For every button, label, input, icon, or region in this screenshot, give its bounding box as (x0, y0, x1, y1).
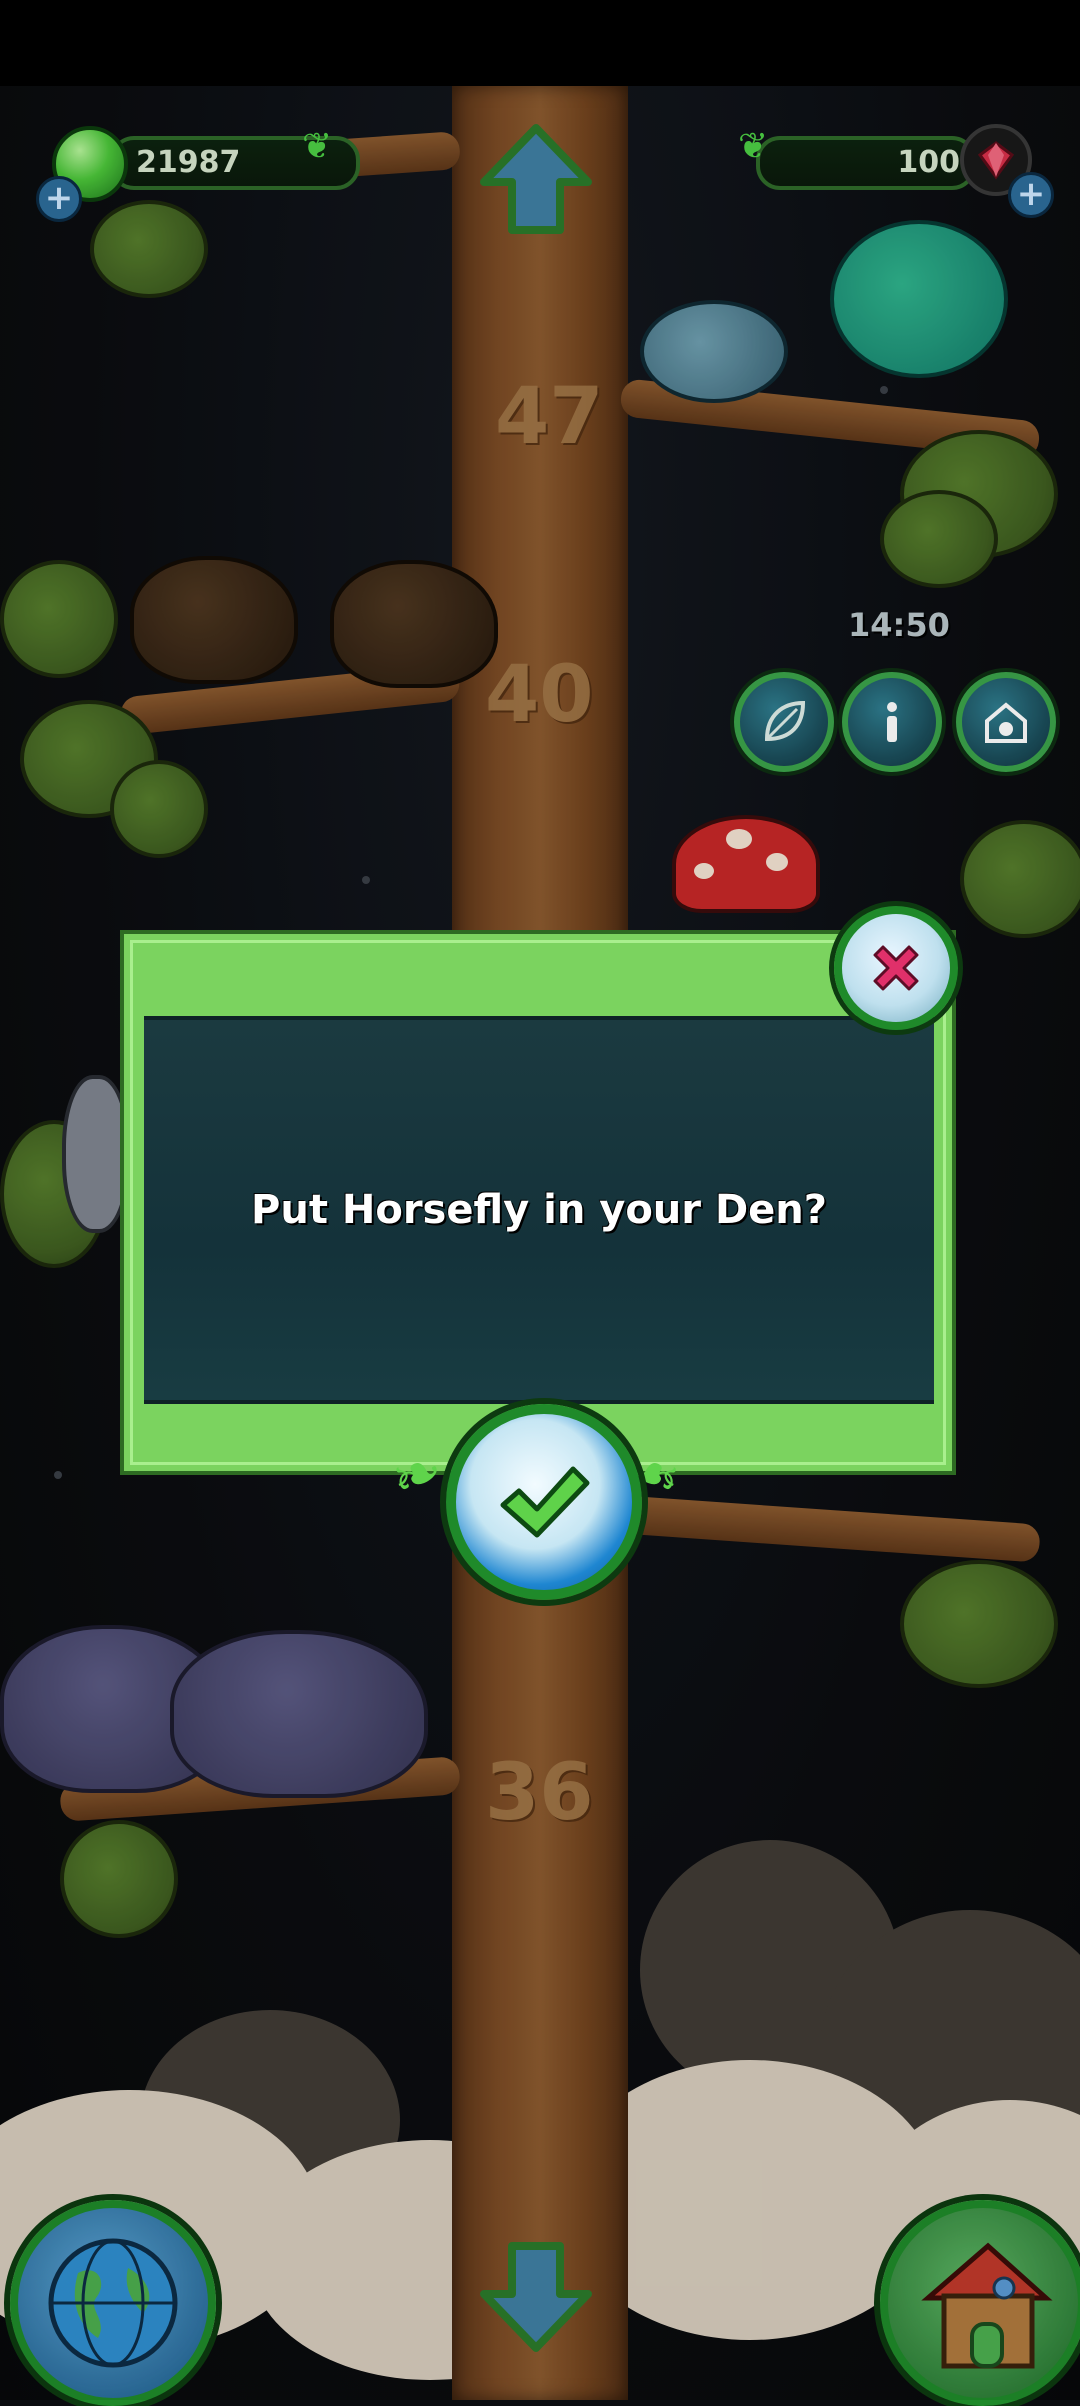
checkmark-icon (500, 1466, 590, 1538)
close-dialog-button[interactable] (834, 906, 958, 1030)
close-x-icon (873, 945, 919, 991)
confirm-button[interactable] (446, 1404, 642, 1600)
dialog-message-panel: Put Horsefly in your Den? (144, 1016, 934, 1404)
confirm-dialog: Put Horsefly in your Den? (120, 930, 956, 1475)
dialog-message: Put Horsefly in your Den? (251, 1187, 827, 1233)
